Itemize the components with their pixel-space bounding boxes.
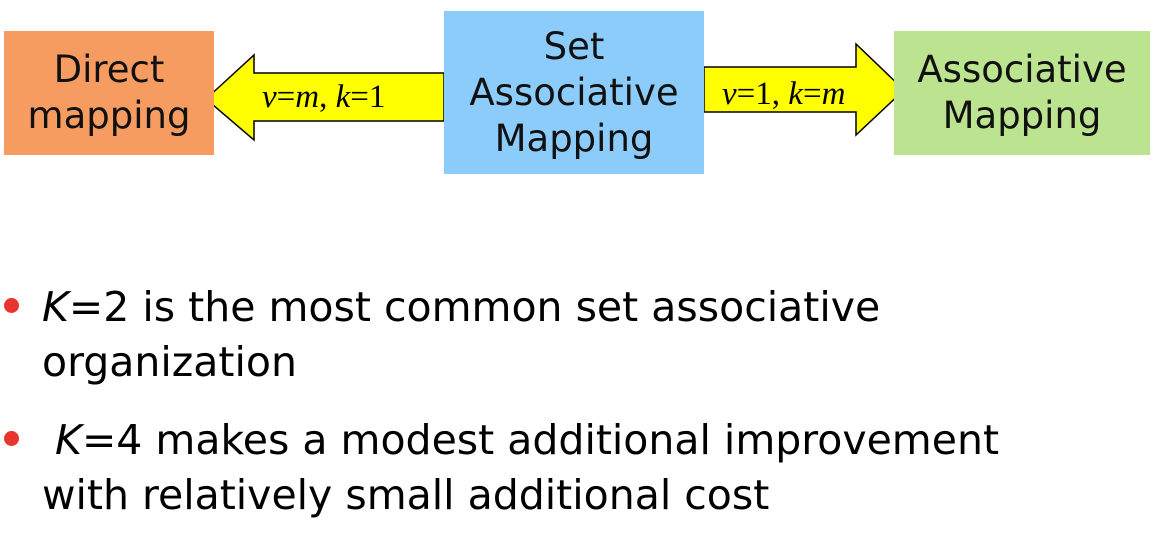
arrow-right-label: v=1, k=m: [722, 76, 845, 112]
label-right-var-v: v: [722, 76, 737, 112]
label-right-num: 1: [755, 76, 772, 112]
bullet-dot-icon: [4, 431, 19, 446]
bullet-2-var: K: [55, 416, 82, 464]
label-right-sep: ,: [771, 76, 789, 112]
associative-mapping-line2: Mapping: [942, 94, 1102, 137]
label-right-eq1: =: [736, 76, 756, 112]
label-left-eq1: =: [276, 79, 296, 115]
set-associative-line2: Associative: [469, 70, 679, 114]
set-associative-line1: Set: [543, 24, 605, 68]
associative-mapping-line1: Associative: [917, 48, 1127, 91]
associative-mapping-box: Associative Mapping: [894, 31, 1150, 155]
bullet-item-2: K=4 makes a modest additional improvemen…: [0, 413, 1163, 523]
direct-mapping-box: Direct mapping: [4, 31, 214, 155]
direct-mapping-line1: Direct: [53, 48, 165, 91]
bullet-2-line2: with relatively small additional cost: [42, 471, 770, 519]
label-right-eq2: =: [802, 76, 822, 112]
arrow-left-label: v=m, k=1: [262, 79, 385, 115]
label-left-var-k: k: [335, 79, 351, 115]
label-left-eq2: =: [350, 79, 369, 115]
bullet-1-text: =2 is the most common set associative: [68, 283, 881, 331]
bullet-1-line2: organization: [42, 338, 297, 386]
label-left-num: 1: [368, 79, 386, 115]
bullet-dot-icon: [4, 298, 19, 313]
label-right-var-m: m: [821, 76, 846, 112]
label-left-var-m: m: [295, 79, 320, 115]
label-left-var-v: v: [262, 79, 277, 115]
bullet-1-var: K: [42, 283, 69, 331]
set-associative-mapping-box: Set Associative Mapping: [444, 11, 704, 174]
set-associative-line3: Mapping: [494, 116, 654, 160]
bullet-2-text: =4 makes a modest additional improvement: [81, 416, 1000, 464]
direct-mapping-line2: mapping: [27, 94, 191, 137]
bullet-list: K=2 is the most common set associative o…: [0, 280, 1163, 546]
bullet-2-lead: [42, 416, 55, 464]
bullet-item-1: K=2 is the most common set associative o…: [0, 280, 1163, 390]
label-left-sep: ,: [319, 79, 336, 115]
label-right-var-k: k: [788, 76, 803, 112]
